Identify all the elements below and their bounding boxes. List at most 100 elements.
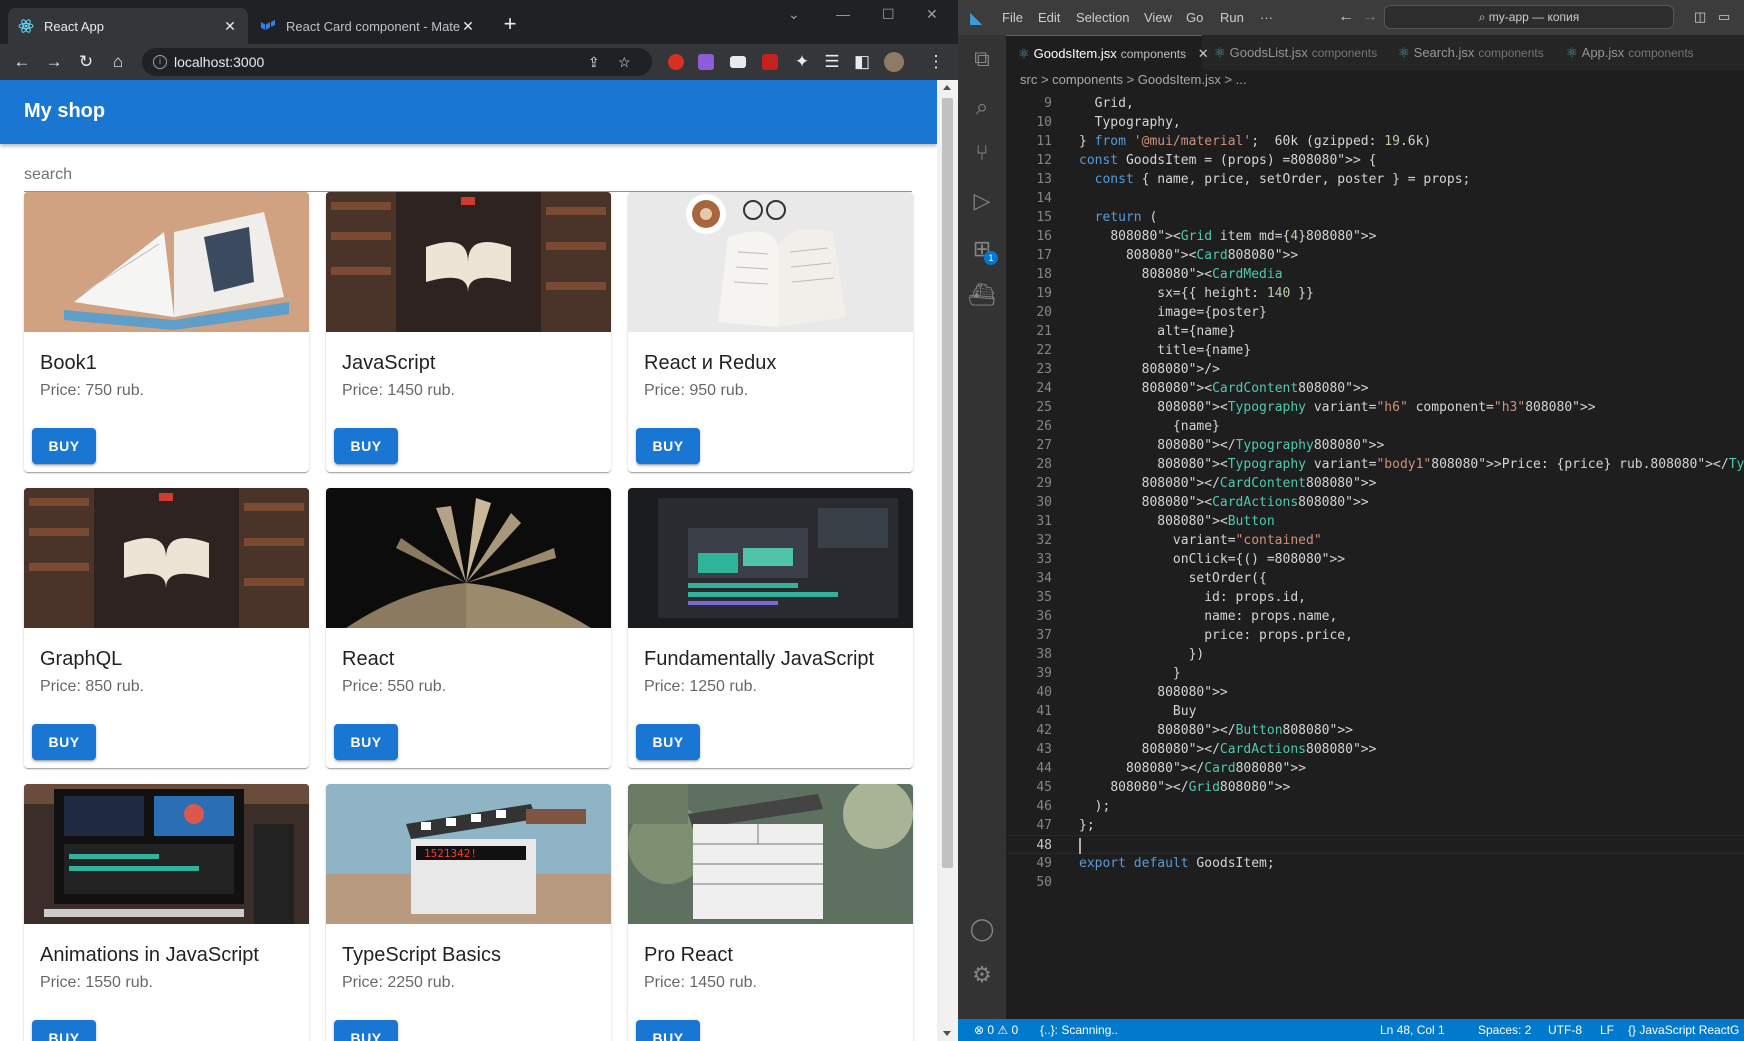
code-line[interactable]: 18 808080"><CardMedia — [1006, 265, 1744, 284]
code-line[interactable]: 27 808080"></Typography808080">> — [1006, 436, 1744, 455]
code-line[interactable]: 21 alt={name} — [1006, 322, 1744, 341]
tab-mui-card[interactable]: React Card component - Material UI ✕ — [250, 8, 486, 44]
reload-icon[interactable]: ↻ — [74, 50, 98, 74]
extension-car-icon[interactable] — [730, 56, 746, 68]
status-problems[interactable]: ⊗ 0 ⚠ 0 — [974, 1023, 1018, 1037]
code-line[interactable]: 48 — [1006, 835, 1744, 854]
source-control-icon[interactable]: ⑂ — [968, 139, 996, 167]
code-line[interactable]: 34 setOrder({ — [1006, 569, 1744, 588]
buy-button[interactable]: BUY — [636, 1020, 700, 1041]
code-line[interactable]: 23 808080">/> — [1006, 360, 1744, 379]
code-line[interactable]: 26 {name} — [1006, 417, 1744, 436]
back-icon[interactable]: ← — [10, 50, 34, 74]
forward-icon[interactable]: → — [42, 50, 66, 74]
scroll-up-arrow[interactable] — [943, 85, 951, 90]
code-line[interactable]: 29 808080"></CardContent808080">> — [1006, 474, 1744, 493]
code-line[interactable]: 45 808080"></Grid808080">> — [1006, 778, 1744, 797]
code-line[interactable]: 30 808080"><CardActions808080">> — [1006, 493, 1744, 512]
code-line[interactable]: 19 sx={{ height: 140 }} — [1006, 284, 1744, 303]
scroll-thumb[interactable] — [942, 98, 953, 868]
buy-button[interactable]: BUY — [32, 428, 96, 464]
code-line[interactable]: 24 808080"><CardContent808080">> — [1006, 379, 1744, 398]
command-center[interactable]: ⌕ my-app — копия — [1384, 5, 1674, 29]
status-scanning[interactable]: {..}: Scanning.. — [1040, 1023, 1118, 1037]
code-line[interactable]: 32 variant="contained" — [1006, 531, 1744, 550]
menu-go[interactable]: Go — [1186, 10, 1203, 25]
extension-ublock-icon[interactable] — [762, 54, 778, 70]
extension-feather-icon[interactable] — [698, 54, 714, 70]
code-line[interactable]: 41 Buy — [1006, 702, 1744, 721]
menu-kebab-icon[interactable]: ⋮ — [924, 50, 948, 74]
status-spaces[interactable]: Spaces: 2 — [1478, 1023, 1531, 1037]
side-panel-icon[interactable]: ◧ — [850, 50, 874, 74]
site-info-icon[interactable]: i — [153, 55, 167, 69]
code-line[interactable]: 44 808080"></Card808080">> — [1006, 759, 1744, 778]
tab-search-icon[interactable]: ⌄ — [788, 6, 800, 23]
code-line[interactable]: 31 808080"><Button — [1006, 512, 1744, 531]
search-input[interactable]: search — [24, 162, 912, 192]
code-line[interactable]: 9 Grid, — [1006, 94, 1744, 113]
accounts-icon[interactable]: ◯ — [968, 915, 996, 943]
buy-button[interactable]: BUY — [334, 1020, 398, 1041]
address-bar[interactable]: i localhost:3000 ⇪ ☆ — [142, 48, 652, 76]
code-line[interactable]: 20 image={poster} — [1006, 303, 1744, 322]
reading-list-icon[interactable]: ☰ — [820, 50, 844, 74]
status-extra[interactable]: G — [1730, 1023, 1739, 1037]
code-line[interactable]: 13 const { name, price, setOrder, poster… — [1006, 170, 1744, 189]
extension-red-icon[interactable] — [668, 54, 684, 70]
settings-gear-icon[interactable]: ⚙ — [968, 961, 996, 989]
close-tab-icon[interactable]: ✕ — [460, 18, 476, 35]
code-line[interactable]: 37 price: props.price, — [1006, 626, 1744, 645]
menu-view[interactable]: View — [1144, 10, 1172, 25]
code-line[interactable]: 22 title={name} — [1006, 341, 1744, 360]
code-line[interactable]: 33 onClick={() =808080">> — [1006, 550, 1744, 569]
maximize-icon[interactable]: ☐ — [882, 6, 895, 23]
buy-button[interactable]: BUY — [32, 724, 96, 760]
close-window-icon[interactable]: ✕ — [926, 6, 938, 23]
share-icon[interactable]: ⇪ — [588, 48, 600, 76]
page-scrollbar[interactable] — [937, 80, 958, 1041]
bookmark-star-icon[interactable]: ☆ — [618, 48, 631, 76]
nav-forward-icon[interactable]: → — [1362, 8, 1378, 26]
buy-button[interactable]: BUY — [636, 428, 700, 464]
tab-goodsitem[interactable]: ⚛ GoodsItem.jsx components ✕ — [1006, 35, 1209, 70]
code-line[interactable]: 36 name: props.name, — [1006, 607, 1744, 626]
menu-selection[interactable]: Selection — [1076, 10, 1129, 25]
code-line[interactable]: 49 export default GoodsItem; — [1006, 854, 1744, 873]
menu-run[interactable]: Run — [1220, 10, 1244, 25]
code-line[interactable]: 10 Typography, — [1006, 113, 1744, 132]
nav-back-icon[interactable]: ← — [1338, 8, 1354, 26]
status-encoding[interactable]: UTF-8 — [1548, 1023, 1582, 1037]
breadcrumb[interactable]: src > components > GoodsItem.jsx > ... — [1020, 72, 1247, 87]
code-line[interactable]: 12 const GoodsItem = (props) =808080">> { — [1006, 151, 1744, 170]
status-eol[interactable]: LF — [1600, 1023, 1614, 1037]
buy-button[interactable]: BUY — [636, 724, 700, 760]
code-line[interactable]: 14 — [1006, 189, 1744, 208]
profile-avatar[interactable] — [884, 52, 904, 72]
tab-goodslist[interactable]: ⚛ GoodsList.jsx components — [1202, 35, 1386, 70]
tab-react-app[interactable]: React App ✕ — [8, 8, 248, 44]
minimize-icon[interactable]: — — [836, 6, 850, 22]
code-line[interactable]: 39 } — [1006, 664, 1744, 683]
layout-icon[interactable]: ▭ — [1718, 9, 1730, 25]
code-line[interactable]: 47}; — [1006, 816, 1744, 835]
tab-app[interactable]: ⚛ App.jsx components — [1554, 35, 1744, 70]
home-icon[interactable]: ⌂ — [106, 50, 130, 74]
status-position[interactable]: Ln 48, Col 1 — [1380, 1023, 1445, 1037]
code-line[interactable]: 43 808080"></CardActions808080">> — [1006, 740, 1744, 759]
explorer-icon[interactable]: ⧉ — [968, 45, 996, 73]
menu-edit[interactable]: Edit — [1038, 10, 1060, 25]
code-line[interactable]: 15 return ( — [1006, 208, 1744, 227]
toggle-panel-icon[interactable]: ◫ — [1694, 9, 1706, 25]
docker-icon[interactable]: ⛴ — [968, 281, 996, 309]
new-tab-button[interactable]: + — [498, 12, 522, 36]
scroll-down-arrow[interactable] — [943, 1031, 951, 1036]
buy-button[interactable]: BUY — [334, 428, 398, 464]
code-line[interactable]: 42 808080"></Button808080">> — [1006, 721, 1744, 740]
menu-more[interactable]: ··· — [1260, 10, 1273, 25]
close-tab-icon[interactable]: ✕ — [222, 18, 238, 35]
code-line[interactable]: 35 id: props.id, — [1006, 588, 1744, 607]
code-line[interactable]: 40 808080">> — [1006, 683, 1744, 702]
code-editor[interactable]: 9 Grid, 10 Typography, 11} from '@mui/mate… — [1006, 94, 1744, 892]
code-line[interactable]: 38 }) — [1006, 645, 1744, 664]
